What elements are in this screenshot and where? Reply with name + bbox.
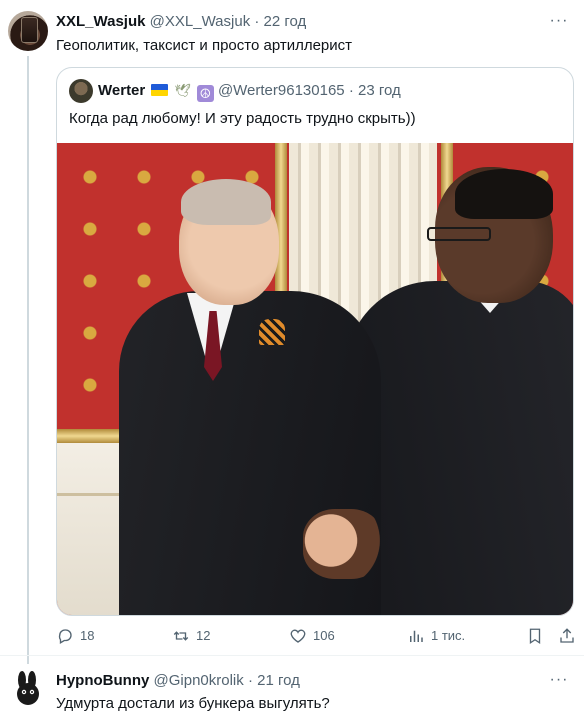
peace-sign-icon: ☮	[196, 85, 214, 102]
bookmark-button[interactable]	[526, 626, 550, 646]
reply-author-handle[interactable]: @Gipn0krolik	[154, 672, 244, 689]
reply-author-name[interactable]: HypnoBunny	[56, 672, 149, 689]
person-left-hair	[181, 179, 271, 225]
heart-icon	[290, 629, 306, 643]
author-name[interactable]: XXL_Wasjuk	[56, 13, 145, 30]
more-icon: ···	[549, 12, 569, 29]
quote-header: Werter 🕊 ☮ @Werter96130165 · 23 год	[98, 81, 401, 102]
separator-dot: ·	[348, 82, 354, 99]
like-count: 106	[313, 628, 335, 643]
author-handle[interactable]: @XXL_Wasjuk	[150, 13, 251, 30]
analytics-icon	[410, 630, 423, 642]
quote-author-handle: @Werter96130165	[217, 82, 345, 99]
thread-line	[27, 56, 29, 664]
reply-header: HypnoBunny @Gipn0krolik · 21 год	[56, 671, 300, 691]
reply-text: Удмурта достали из бункера выгулять?	[56, 695, 330, 712]
views-button[interactable]: 1 тис.	[407, 626, 465, 646]
like-button[interactable]: 106	[289, 626, 335, 646]
share-icon	[560, 628, 574, 643]
action-bar: 18 12 106 1 тис.	[56, 626, 574, 646]
retweet-icon	[173, 631, 189, 641]
reply-button[interactable]: 18	[56, 626, 94, 646]
bunny-avatar-icon	[17, 671, 39, 705]
reply-avatar[interactable]	[8, 670, 48, 710]
quote-timestamp: 23 год	[357, 82, 401, 99]
more-options-button[interactable]: ···	[548, 10, 570, 32]
quote-avatar[interactable]	[69, 79, 93, 103]
view-count: 1 тис.	[431, 628, 466, 643]
handshake	[303, 509, 383, 579]
person-right-hair	[455, 169, 553, 219]
separator-dot: ·	[247, 672, 253, 689]
quoted-tweet[interactable]: Werter 🕊 ☮ @Werter96130165 · 23 год Когд…	[56, 67, 574, 616]
share-button[interactable]	[558, 626, 582, 646]
reply-more-options-button[interactable]: ···	[548, 669, 570, 691]
avatar[interactable]	[8, 11, 48, 51]
reply-icon	[58, 629, 72, 644]
quote-photo[interactable]	[57, 143, 573, 615]
dove-icon: 🕊	[174, 83, 192, 98]
retweet-button[interactable]: 12	[172, 626, 210, 646]
timestamp[interactable]: 22 год	[264, 13, 307, 30]
retweet-count: 12	[196, 628, 211, 643]
tweet-header: XXL_Wasjuk @XXL_Wasjuk · 22 год	[56, 12, 306, 32]
ukraine-flag-icon	[151, 84, 169, 96]
reply-timestamp[interactable]: 21 год	[257, 672, 300, 689]
reply-count: 18	[80, 628, 95, 643]
main-tweet[interactable]: XXL_Wasjuk @XXL_Wasjuk · 22 год ··· Геоп…	[0, 0, 584, 664]
bookmark-icon	[529, 628, 541, 645]
quote-author-name[interactable]: Werter	[98, 82, 145, 99]
st-george-ribbon	[259, 319, 285, 345]
glasses	[427, 227, 491, 241]
more-icon: ···	[549, 671, 569, 688]
separator-dot: ·	[254, 13, 260, 30]
quote-text: Когда рад любому! И эту радость трудно с…	[69, 110, 416, 127]
tweet-text: Геополитик, таксист и просто артиллерист	[56, 37, 353, 54]
reply-tweet[interactable]: HypnoBunny @Gipn0krolik · 21 год ··· Удм…	[0, 656, 584, 720]
